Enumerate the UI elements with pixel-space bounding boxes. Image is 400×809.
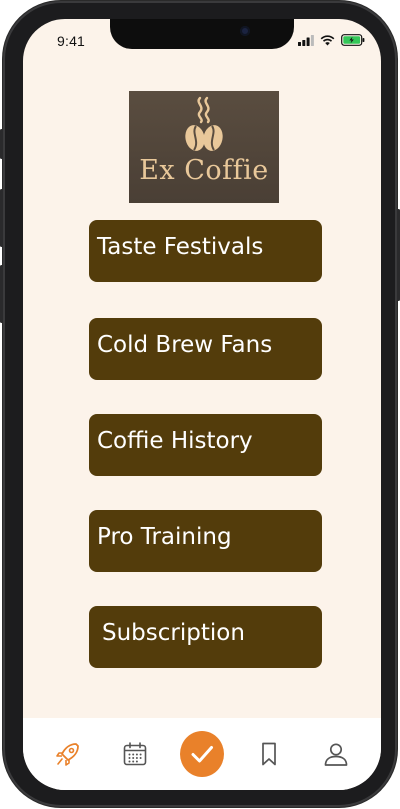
tab-bar	[23, 718, 381, 790]
check-icon	[191, 746, 213, 763]
logo: Ex Coffie	[129, 91, 279, 203]
rocket-icon	[56, 743, 80, 766]
coffee-bean-icon	[185, 96, 223, 151]
tab-rocket[interactable]	[46, 732, 90, 776]
user-icon	[324, 743, 347, 766]
notch	[110, 19, 294, 49]
subscription-button[interactable]: Subscription	[89, 606, 322, 668]
status-icons	[298, 34, 365, 46]
tab-calendar[interactable]	[113, 732, 157, 776]
volume-up-button	[0, 189, 3, 247]
phone-frame: 9:41 Ex Coffie Taste Festivals Cold Brew…	[0, 1, 400, 807]
screen: 9:41 Ex Coffie Taste Festivals Cold Brew…	[23, 19, 381, 790]
coffie-history-button[interactable]: Coffie History	[89, 414, 322, 476]
signal-icon	[298, 34, 314, 46]
volume-down-button	[0, 265, 3, 323]
active-tab-indicator	[179, 731, 224, 777]
battery-icon	[341, 34, 365, 46]
calendar-icon	[123, 742, 147, 766]
wifi-icon	[320, 34, 335, 45]
bookmark-icon	[261, 742, 276, 766]
status-time: 9:41	[57, 33, 86, 49]
cold-brew-fans-button[interactable]: Cold Brew Fans	[89, 318, 322, 380]
logo-text: Ex Coffie	[139, 155, 269, 186]
tab-bookmark[interactable]	[247, 732, 291, 776]
pro-training-button[interactable]: Pro Training	[89, 510, 322, 572]
tab-check[interactable]	[179, 731, 224, 777]
tab-profile[interactable]	[314, 732, 358, 776]
taste-festivals-button[interactable]: Taste Festivals	[89, 220, 322, 282]
camera-icon	[240, 26, 250, 36]
mute-switch	[0, 129, 3, 159]
